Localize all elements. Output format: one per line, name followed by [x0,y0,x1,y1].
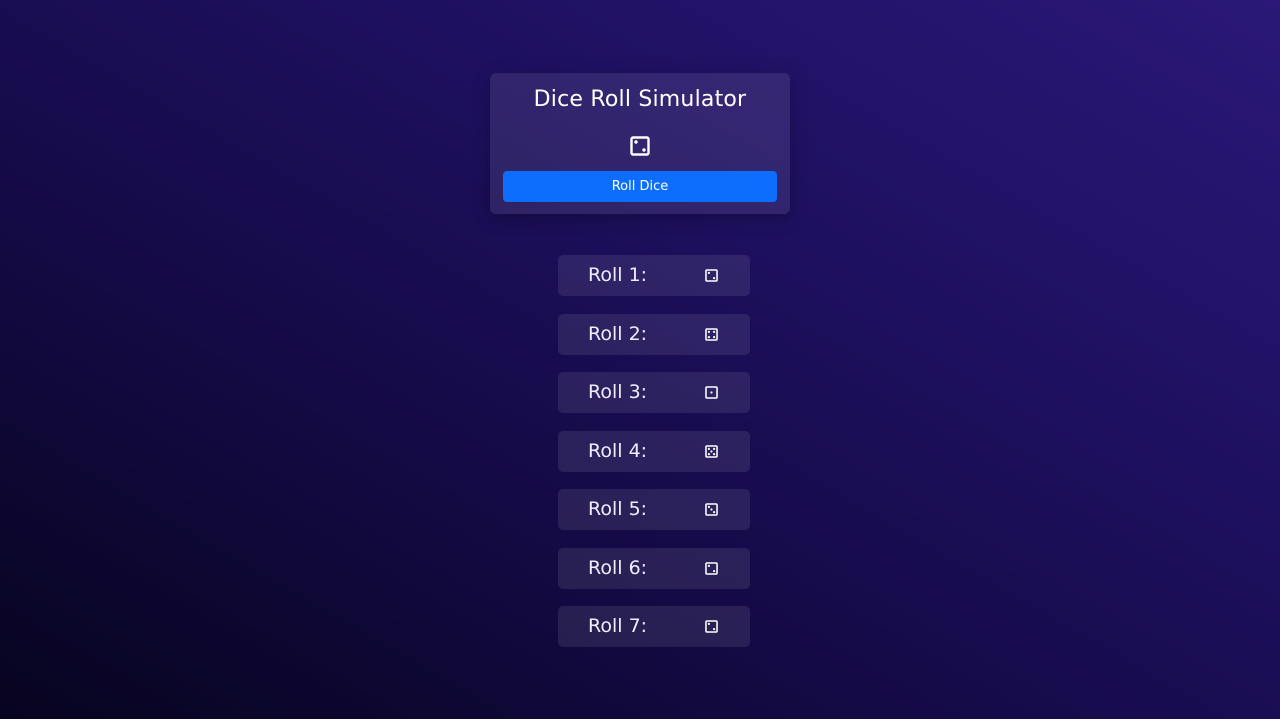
die-pip [707,335,711,338]
roll-dice-button[interactable]: Roll Dice [503,171,777,202]
die-pip [712,569,716,572]
die-frame [630,136,650,156]
die-pip [707,564,711,567]
roll-label: Roll 5: [588,498,648,520]
die-pip [712,627,716,631]
die-pip [710,508,713,511]
die-pip [707,622,711,626]
roll-history-item: Roll 6: [558,547,750,589]
die-face-2-icon [705,561,718,575]
die-face-2-icon [630,136,650,156]
die-frame [705,561,718,575]
die-pip [634,140,638,144]
die-pip [707,271,711,275]
die-face-5-icon [705,444,718,458]
roll-label: Roll 3: [588,381,648,403]
die-pip [710,449,713,453]
roll-history-item: Roll 2: [558,313,750,355]
app-title: Dice Roll Simulator [533,87,747,112]
roll-history-item: Roll 1: [558,255,750,296]
roll-history-item: Roll 4: [558,430,750,472]
roll-history-list: Roll 1: Roll 2: Roll 3: Roll 4: Roll 5: … [558,255,750,665]
die-frame [705,327,718,341]
die-pip [707,452,711,455]
roll-label: Roll 6: [588,556,648,579]
die-pip [707,505,711,509]
die-pip [710,391,713,394]
die-face-2-icon [705,620,718,633]
die-pip [707,330,711,333]
die-pip [712,510,716,514]
die-face-3-icon [705,503,718,516]
die-pip [707,447,711,450]
roll-history-item: Roll 3: [558,372,750,413]
die-frame [705,620,718,633]
die-pip [712,452,716,455]
die-face-1-icon [705,386,718,399]
die-pip [712,276,716,280]
roll-history-item: Roll 7: [558,606,750,647]
die-pip [712,335,716,338]
die-frame [705,269,718,282]
dice-roller-card: Dice Roll Simulator Roll Dice [490,73,790,214]
die-pip [712,447,716,450]
roll-label: Roll 1: [588,264,648,286]
roll-label: Roll 2: [588,322,648,345]
die-pip [642,148,646,152]
die-face-4-icon [705,327,718,341]
die-pip [712,330,716,333]
roll-history-item: Roll 5: [558,489,750,530]
die-face-2-icon [705,269,718,282]
roll-label: Roll 7: [588,615,648,637]
roll-label: Roll 4: [588,439,648,462]
